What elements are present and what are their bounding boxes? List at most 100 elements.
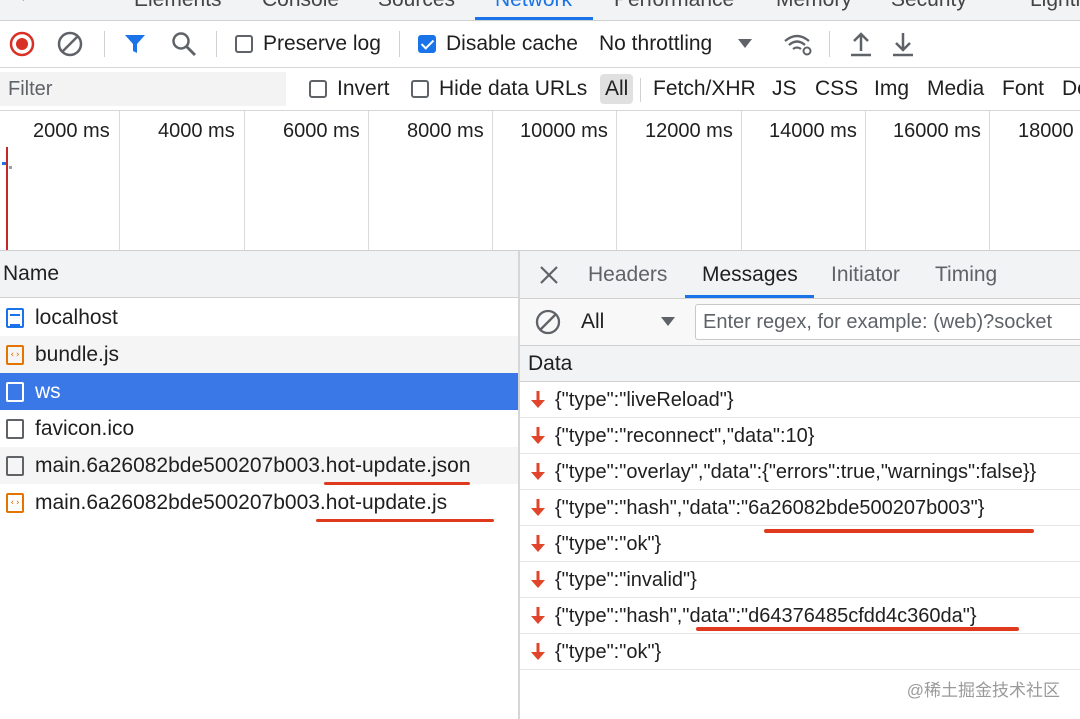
wifi-settings-icon	[784, 34, 812, 56]
request-bar-marker	[2, 162, 6, 165]
request-row-ws[interactable]: ws	[0, 373, 518, 410]
network-conditions-button[interactable]	[783, 21, 813, 67]
data-column-header[interactable]: Data	[520, 346, 1080, 382]
message-row[interactable]: {"type":"overlay","data":{"errors":true,…	[520, 455, 1080, 490]
message-type-value: All	[581, 310, 605, 333]
timeline-tick: 10000 ms	[520, 120, 608, 142]
chevron-down-icon	[661, 317, 675, 326]
type-filter-doc[interactable]: Do	[1062, 68, 1080, 110]
checkbox-unchecked	[309, 80, 327, 98]
import-har-button[interactable]	[849, 21, 873, 67]
type-filter-fetch-xhr[interactable]: Fetch/XHR	[653, 68, 756, 110]
message-row[interactable]: {"type":"ok"}	[520, 635, 1080, 670]
clear-icon	[535, 309, 561, 335]
received-arrow-icon	[529, 391, 547, 409]
clear-messages-button[interactable]	[535, 309, 561, 340]
preserve-log-checkbox[interactable]: Preserve log	[235, 21, 381, 67]
load-event-marker	[6, 147, 8, 250]
timeline-tick: 18000	[1018, 120, 1074, 142]
script-icon: ‹›	[6, 344, 24, 365]
close-detail-button[interactable]	[540, 251, 558, 298]
data-header-label: Data	[528, 351, 573, 375]
received-arrow-icon	[529, 643, 547, 661]
watermark: @稀土掘金技术社区	[906, 681, 1060, 700]
message-filter-bar: All	[520, 299, 1080, 346]
message-type-select[interactable]: All	[581, 299, 681, 345]
clear-button[interactable]	[57, 21, 83, 67]
annotation-underline	[764, 529, 1034, 533]
tab-network[interactable]: Network	[495, 0, 572, 12]
annotation-underline	[316, 519, 494, 522]
detail-tab-bar: Headers Messages Initiator Timing	[520, 251, 1080, 299]
record-icon	[9, 31, 35, 57]
type-filter-media[interactable]: Media	[927, 68, 984, 110]
request-row-hot-update-js[interactable]: ‹› main.6a26082bde500207b003.hot-update.…	[0, 484, 518, 521]
type-filter-all-label: All	[600, 74, 634, 104]
tab-timing[interactable]: Timing	[935, 251, 997, 298]
tab-initiator[interactable]: Initiator	[831, 251, 900, 298]
tab-messages[interactable]: Messages	[702, 251, 798, 298]
search-button[interactable]	[171, 21, 197, 67]
filter-toggle-button[interactable]	[123, 21, 147, 67]
throttling-select[interactable]: No throttling	[599, 21, 753, 67]
message-row[interactable]: {"type":"reconnect","data":10}	[520, 419, 1080, 454]
tab-headers[interactable]: Headers	[588, 251, 667, 298]
request-row-localhost[interactable]: localhost	[0, 299, 518, 336]
invert-checkbox[interactable]: Invert	[309, 68, 390, 110]
type-filter-img[interactable]: Img	[874, 68, 909, 110]
search-icon	[172, 32, 196, 56]
message-data: {"type":"ok"}	[555, 532, 662, 555]
message-regex-input[interactable]	[695, 304, 1080, 340]
network-toolbar: Preserve log Disable cache No throttling	[0, 21, 1080, 68]
export-har-button[interactable]	[891, 21, 915, 67]
active-tab-indicator	[685, 295, 814, 298]
annotation-underline	[696, 627, 1019, 631]
received-arrow-icon	[529, 427, 547, 445]
preserve-log-label: Preserve log	[263, 32, 381, 55]
filter-input[interactable]	[0, 72, 286, 106]
timeline-overview[interactable]: 2000 ms 4000 ms 6000 ms 8000 ms 10000 ms…	[0, 111, 1080, 251]
tab-console[interactable]: Console	[262, 0, 339, 12]
message-row[interactable]: {"type":"liveReload"}	[520, 383, 1080, 418]
document-icon	[6, 307, 24, 328]
type-filter-all[interactable]: All	[600, 68, 634, 110]
tab-memory[interactable]: Memory	[776, 0, 852, 12]
tab-sources[interactable]: Sources	[378, 0, 455, 12]
timeline-tick: 8000 ms	[407, 120, 484, 142]
devtools-tab-bar: Elements Console Sources Network Perform…	[0, 0, 1080, 21]
hide-data-urls-label: Hide data URLs	[439, 77, 588, 100]
type-filter-css[interactable]: CSS	[815, 68, 858, 110]
file-icon	[6, 418, 24, 439]
request-name: favicon.ico	[35, 416, 135, 440]
message-row[interactable]: {"type":"hash","data":"6a26082bde500207b…	[520, 491, 1080, 526]
timeline-tick: 6000 ms	[283, 120, 360, 142]
tab-elements[interactable]: Elements	[134, 0, 222, 12]
type-filter-js[interactable]: JS	[772, 68, 797, 110]
close-icon	[540, 265, 558, 284]
device-toolbar-icon[interactable]	[56, 0, 86, 11]
hide-data-urls-checkbox[interactable]: Hide data URLs	[411, 68, 587, 110]
request-row-favicon[interactable]: favicon.ico	[0, 410, 518, 447]
type-filter-font[interactable]: Font	[1002, 68, 1044, 110]
timeline-tick: 14000 ms	[769, 120, 857, 142]
request-list: Name localhost ‹› bundle.js ws favicon.i…	[0, 251, 518, 719]
tab-lighthouse[interactable]: Lighth	[1030, 0, 1080, 12]
record-button[interactable]	[9, 21, 35, 67]
request-name: bundle.js	[35, 342, 120, 366]
tab-security[interactable]: Security	[891, 0, 967, 12]
timeline-tick: 16000 ms	[893, 120, 981, 142]
file-icon	[6, 455, 24, 476]
disable-cache-checkbox[interactable]: Disable cache	[418, 21, 578, 67]
filter-funnel-icon	[125, 35, 145, 53]
request-row-bundle-js[interactable]: ‹› bundle.js	[0, 336, 518, 373]
name-column-header[interactable]: Name	[0, 251, 518, 298]
request-name: main.6a26082bde500207b003.hot-update.js	[35, 490, 448, 514]
request-row-hot-update-json[interactable]: main.6a26082bde500207b003.hot-update.jso…	[0, 447, 518, 484]
tab-performance[interactable]: Performance	[614, 0, 734, 12]
inspect-element-icon[interactable]	[10, 0, 32, 11]
message-data: {"type":"hash","data":"d64376485cfdd4c36…	[555, 604, 977, 627]
message-row[interactable]: {"type":"invalid"}	[520, 563, 1080, 598]
timeline-tick: 12000 ms	[645, 120, 733, 142]
request-bar-marker	[9, 166, 12, 169]
message-data: {"type":"overlay","data":{"errors":true,…	[555, 460, 1037, 483]
